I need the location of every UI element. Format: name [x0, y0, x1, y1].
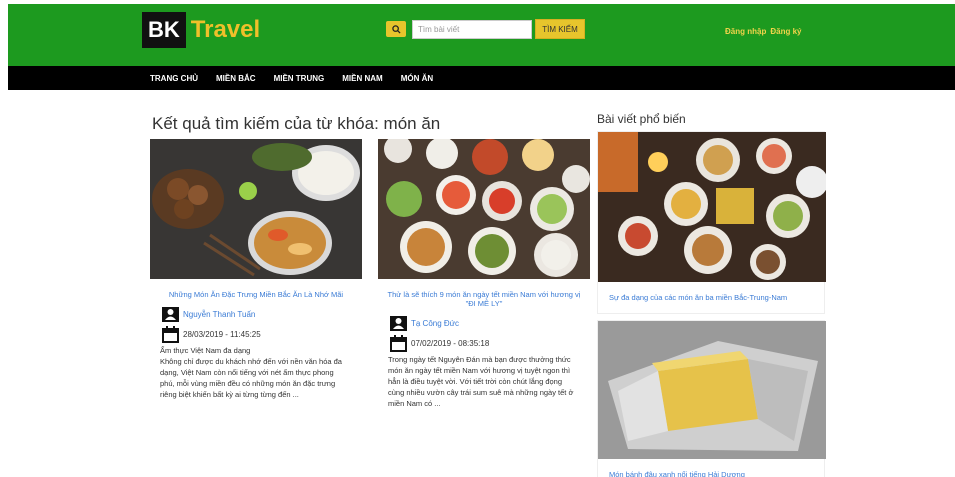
popular-post-link[interactable]: Sự đa dạng của các món ăn ba miền Bắc-Tr…: [598, 282, 824, 313]
author-link[interactable]: Nguyễn Thanh Tuấn: [183, 310, 255, 319]
site-logo[interactable]: BK Travel: [142, 12, 260, 48]
search-results-heading: Kết quả tìm kiếm của từ khóa: món ăn: [152, 114, 441, 133]
search-icon: [391, 24, 401, 34]
calendar-icon: [162, 326, 179, 343]
login-link[interactable]: Đăng nhập: [725, 27, 766, 36]
article-card: Thử là sẽ thích 9 món ăn ngày tết miền N…: [378, 139, 590, 409]
search-bar: TÌM KIẾM: [386, 19, 585, 39]
register-link[interactable]: Đăng ký: [770, 27, 801, 36]
article-image[interactable]: [378, 139, 590, 279]
search-icon-button[interactable]: [386, 21, 406, 37]
nav-item-food[interactable]: MÓN ĂN: [401, 74, 433, 83]
article-card: Những Món Ăn Đặc Trưng Miền Bắc Ăn Là Nh…: [150, 139, 362, 400]
popular-post-card: Món bánh đậu xanh nổi tiếng Hải Dương: [597, 320, 826, 477]
food-photo-south: [378, 139, 590, 279]
food-photo-three-regions: [598, 132, 826, 282]
article-image[interactable]: [150, 139, 362, 279]
main-navbar: TRANG CHỦ MIỀN BẮC MIỀN TRUNG MIỀN NAM M…: [8, 66, 955, 90]
author-row: Tạ Công Đức: [378, 316, 590, 331]
publish-date: 07/02/2019 - 08:35:18: [411, 339, 490, 348]
calendar-icon: [390, 335, 407, 352]
food-photo-mung-bean-cake: [598, 321, 826, 459]
logo-travel: Travel: [190, 16, 261, 43]
search-button[interactable]: TÌM KIẾM: [535, 19, 585, 39]
nav-item-south[interactable]: MIỀN NAM: [342, 74, 382, 83]
logo-bk: BK: [142, 12, 186, 48]
nav-item-home[interactable]: TRANG CHỦ: [150, 74, 198, 83]
article-excerpt: Ẩm thực Việt Nam đa dạng Không chỉ được …: [160, 346, 342, 399]
popular-posts-heading: Bài viết phổ biến: [597, 112, 686, 126]
article-title-link[interactable]: Những Món Ăn Đặc Trưng Miền Bắc Ăn Là Nh…: [150, 290, 362, 299]
auth-links: Đăng nhập Đăng ký: [725, 27, 801, 36]
article-title-link[interactable]: Thử là sẽ thích 9 món ăn ngày tết miền N…: [378, 290, 590, 308]
popular-post-image[interactable]: [598, 132, 826, 282]
popular-post-card: Sự đa dạng của các món ăn ba miền Bắc-Tr…: [597, 131, 826, 314]
date-row: 07/02/2019 - 08:35:18: [378, 335, 590, 352]
search-input[interactable]: [412, 19, 532, 39]
author-link[interactable]: Tạ Công Đức: [411, 319, 459, 328]
popular-post-link[interactable]: Món bánh đậu xanh nổi tiếng Hải Dương: [598, 459, 824, 477]
publish-date: 28/03/2019 - 11:45:25: [183, 330, 261, 339]
nav-item-north[interactable]: MIỀN BẮC: [216, 74, 256, 83]
date-row: 28/03/2019 - 11:45:25: [150, 326, 362, 343]
popular-post-image[interactable]: [598, 321, 826, 459]
author-row: Nguyễn Thanh Tuấn: [150, 307, 362, 322]
user-icon: [390, 316, 407, 331]
article-excerpt: Trong ngày tết Nguyên Đán mà bạn được th…: [388, 355, 574, 408]
nav-item-central[interactable]: MIỀN TRUNG: [274, 74, 325, 83]
user-icon: [162, 307, 179, 322]
food-photo-north: [150, 139, 362, 279]
